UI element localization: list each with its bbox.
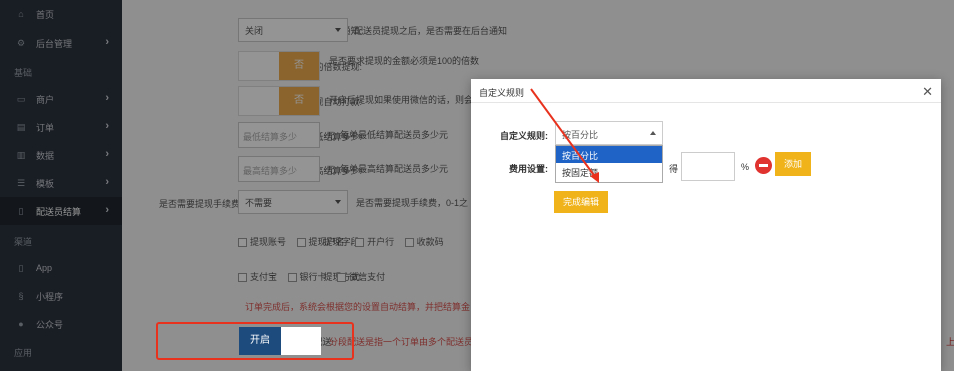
annotation-arrow [530, 88, 599, 183]
